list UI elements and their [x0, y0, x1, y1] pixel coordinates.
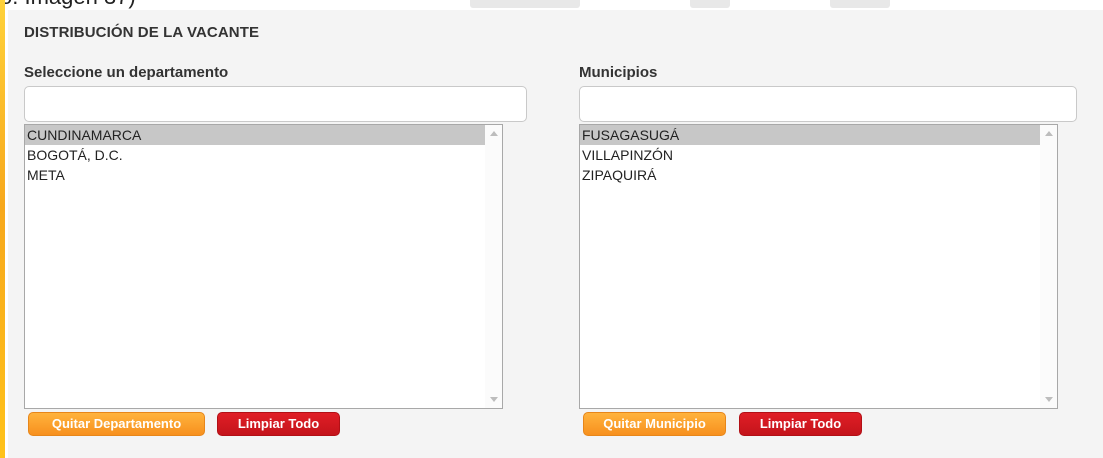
- municipality-option[interactable]: VILLAPINZÓN: [580, 145, 1057, 165]
- remove-municipality-button[interactable]: Quitar Municipio: [583, 412, 726, 436]
- scroll-down-arrow-icon[interactable]: [1040, 391, 1057, 408]
- municipality-option[interactable]: FUSAGASUGÁ: [580, 125, 1057, 145]
- department-label: Seleccione un departamento: [24, 64, 229, 81]
- cut-off-caption: o. Imagen 37): [0, 0, 136, 10]
- municipality-search-input[interactable]: [579, 86, 1077, 122]
- clear-all-departments-button[interactable]: Limpiar Todo: [217, 412, 340, 436]
- background-watermark: [470, 0, 580, 8]
- department-option[interactable]: CUNDINAMARCA: [25, 125, 502, 145]
- document-side-stripe: [0, 0, 5, 458]
- municipalities-label: Municipios: [579, 64, 658, 81]
- background-watermark: [690, 0, 730, 8]
- department-option[interactable]: BOGOTÁ, D.C.: [25, 145, 502, 165]
- municipality-option[interactable]: ZIPAQUIRÁ: [580, 165, 1057, 185]
- clear-all-municipalities-button[interactable]: Limpiar Todo: [739, 412, 862, 436]
- municipality-listbox[interactable]: FUSAGASUGÁ VILLAPINZÓN ZIPAQUIRÁ: [579, 124, 1058, 409]
- background-watermark: [830, 0, 890, 8]
- section-title: DISTRIBUCIÓN DE LA VACANTE: [24, 24, 260, 41]
- municipality-scrollbar[interactable]: [1040, 125, 1057, 408]
- department-listbox[interactable]: CUNDINAMARCA BOGOTÁ, D.C. META: [24, 124, 503, 409]
- department-search-input[interactable]: [24, 86, 527, 122]
- scroll-up-arrow-icon[interactable]: [1040, 125, 1057, 142]
- vacancy-distribution-panel: DISTRIBUCIÓN DE LA VACANTE Seleccione un…: [8, 10, 1103, 458]
- scroll-up-arrow-icon[interactable]: [485, 125, 502, 142]
- remove-department-button[interactable]: Quitar Departamento: [28, 412, 205, 436]
- department-scrollbar[interactable]: [485, 125, 502, 408]
- department-option[interactable]: META: [25, 165, 502, 185]
- scroll-down-arrow-icon[interactable]: [485, 391, 502, 408]
